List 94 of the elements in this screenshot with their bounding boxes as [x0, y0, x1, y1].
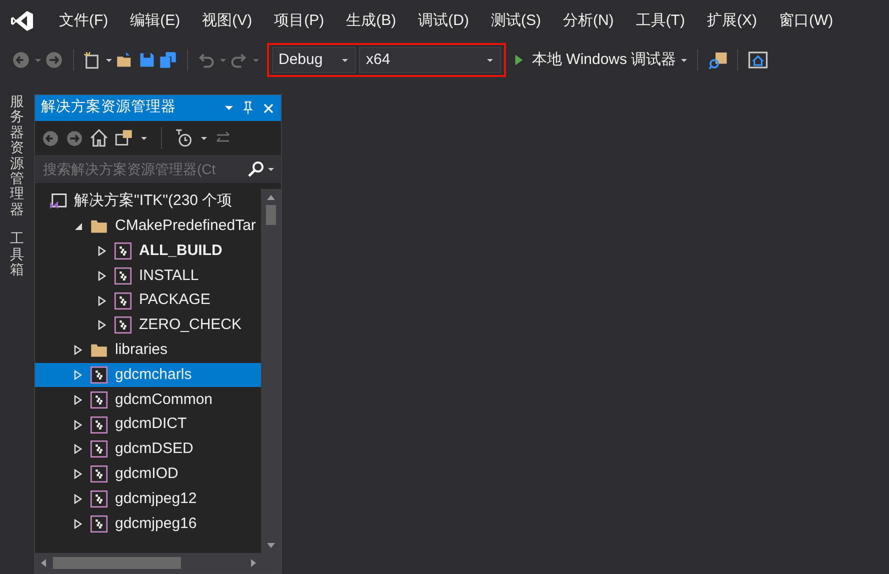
save-all-icon[interactable] — [159, 51, 177, 69]
project-icon — [90, 514, 108, 533]
tree-item[interactable]: gdcmDSED — [35, 436, 261, 462]
find-files-icon[interactable] — [708, 50, 728, 70]
tree-item[interactable]: ZERO_CHECK — [35, 312, 261, 338]
scrollbar-thumb[interactable] — [266, 204, 276, 224]
caret-icon[interactable] — [140, 134, 148, 142]
undo-icon — [197, 51, 215, 69]
project-icon — [90, 465, 108, 484]
tree-item[interactable]: INSTALL — [35, 263, 261, 288]
solution-icon — [49, 192, 67, 210]
collapsed-arrow-icon[interactable] — [97, 320, 107, 330]
tree-item[interactable]: gdcmDICT — [35, 412, 261, 437]
horizontal-scrollbar[interactable] — [35, 553, 261, 573]
menu-item[interactable]: 编辑(E) — [119, 10, 192, 32]
project-icon — [114, 242, 132, 260]
tree-item[interactable]: gdcmIOD — [35, 462, 261, 487]
caret-icon — [34, 56, 42, 64]
collapsed-arrow-icon[interactable] — [97, 296, 107, 306]
pending-changes-icon[interactable] — [175, 129, 193, 147]
close-icon[interactable] — [262, 102, 275, 114]
panel-title: 解决方案资源管理器 — [41, 98, 177, 118]
side-tab[interactable]: 工具箱 — [10, 231, 24, 278]
collapsed-arrow-icon[interactable] — [73, 420, 83, 430]
project-icon — [90, 366, 108, 384]
collapsed-arrow-icon[interactable] — [73, 469, 83, 480]
menu-item[interactable]: 生成(B) — [335, 10, 408, 32]
platform-dropdown[interactable]: x64 — [359, 47, 501, 73]
menu-item[interactable]: 项目(P) — [263, 10, 336, 32]
menu-item[interactable]: 测试(S) — [480, 10, 552, 32]
collapsed-arrow-icon[interactable] — [73, 494, 83, 504]
caret-icon — [486, 56, 494, 64]
caret-icon[interactable] — [224, 103, 234, 113]
menu-item[interactable]: 扩展(X) — [696, 10, 768, 32]
project-icon — [90, 440, 108, 458]
tree-item[interactable]: 解决方案"ITK"(230 个项 — [35, 189, 261, 214]
caret-icon[interactable] — [200, 134, 208, 142]
switch-views-icon[interactable] — [115, 129, 133, 147]
logo-icon[interactable] — [10, 9, 34, 33]
project-icon — [90, 416, 108, 434]
tree-item[interactable]: PACKAGE — [35, 288, 261, 313]
project-icon — [114, 316, 132, 334]
caret-icon — [252, 56, 260, 64]
tree-item[interactable]: CMakePredefinedTar — [35, 214, 261, 239]
caret-icon — [340, 56, 348, 64]
menu-item[interactable]: 文件(F) — [48, 10, 120, 32]
collapsed-arrow-icon[interactable] — [73, 345, 83, 356]
search-field[interactable]: 搜索解决方案资源管理器(Ct — [35, 155, 281, 183]
scroll-left-icon[interactable] — [38, 558, 46, 568]
configuration-dropdown[interactable]: Debug — [272, 47, 356, 73]
tree-item[interactable]: ALL_BUILD — [35, 238, 261, 264]
expanded-arrow-icon[interactable] — [73, 221, 83, 232]
tree-item[interactable]: gdcmjpeg12 — [35, 486, 261, 512]
tree-item[interactable]: gdcmcharls — [35, 362, 261, 388]
pin-icon[interactable] — [241, 101, 255, 115]
collapsed-arrow-icon[interactable] — [73, 394, 83, 405]
forward-icon — [66, 130, 83, 146]
scroll-down-icon[interactable] — [266, 542, 276, 550]
redo-icon — [230, 51, 248, 69]
menu-item[interactable]: 工具(T) — [624, 10, 696, 32]
project-icon — [114, 292, 132, 310]
forward-icon — [45, 51, 63, 69]
save-icon[interactable] — [138, 51, 156, 69]
collapsed-arrow-icon[interactable] — [97, 270, 107, 281]
tree-item[interactable]: gdcmCommon — [35, 387, 261, 412]
home-window-icon[interactable] — [748, 50, 768, 70]
caret-icon[interactable] — [104, 56, 112, 64]
home-icon[interactable] — [90, 129, 108, 147]
collapsed-arrow-icon[interactable] — [73, 444, 83, 454]
search-icon — [248, 161, 264, 177]
new-project-icon[interactable] — [83, 51, 101, 69]
menu-item[interactable]: 调试(D) — [407, 10, 480, 32]
tree-item[interactable]: libraries — [35, 338, 261, 363]
run-button[interactable]: 本地 Windows 调试器 — [513, 48, 676, 72]
scrollbar-thumb[interactable] — [52, 557, 180, 569]
project-icon — [90, 490, 108, 508]
back-icon — [42, 130, 59, 146]
tree-item[interactable]: gdcmjpeg16 — [35, 511, 261, 536]
side-tab[interactable]: 服务器资源管理器 — [10, 94, 24, 218]
collapsed-arrow-icon[interactable] — [73, 518, 83, 529]
menu-item[interactable]: 分析(N) — [552, 10, 625, 32]
caret-icon[interactable] — [680, 56, 688, 64]
play-icon — [513, 53, 525, 67]
project-icon — [90, 390, 108, 409]
scroll-right-icon[interactable] — [250, 558, 258, 568]
scroll-up-icon[interactable] — [266, 192, 276, 200]
menu-item[interactable]: 窗口(W) — [768, 10, 844, 32]
vertical-scrollbar[interactable] — [261, 189, 281, 573]
menu-item[interactable]: 视图(V) — [191, 10, 264, 32]
project-icon — [114, 266, 132, 285]
collapsed-arrow-icon[interactable] — [97, 246, 107, 256]
caret-icon — [218, 56, 226, 64]
back-icon — [12, 51, 30, 69]
caret-icon[interactable] — [267, 165, 275, 173]
